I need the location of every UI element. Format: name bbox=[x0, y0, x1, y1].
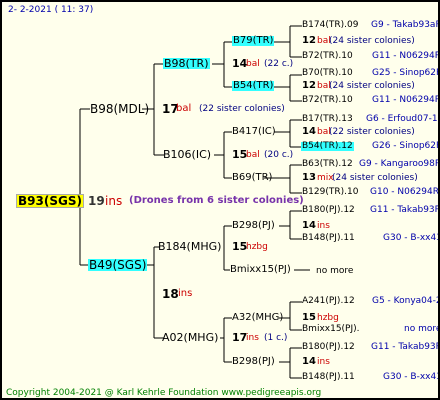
gen2-1-note: (20 c.) bbox=[264, 150, 294, 160]
gen2-b98tr[interactable]: B98(TR) bbox=[163, 58, 210, 69]
gen4-12-breeder: G11 - Takab93R bbox=[371, 342, 440, 352]
gen4-8-name[interactable]: B180(PJ).12 bbox=[302, 206, 355, 215]
gen3-2-year: 14 bbox=[302, 126, 316, 137]
gen3-5-note: no more bbox=[316, 266, 354, 276]
gen4-9-breeder: G30 - B-xx43 bbox=[383, 233, 440, 243]
gen3-7-mark: ins bbox=[317, 357, 330, 367]
gen4-6-name[interactable]: B63(TR).12 bbox=[302, 160, 353, 169]
copyright-footer: Copyright 2004-2021 @ Karl Kehrle Founda… bbox=[6, 388, 322, 398]
gen2-b184mhg[interactable]: B184(MHG) bbox=[158, 241, 221, 252]
gen3-3-year: 13 bbox=[302, 172, 316, 183]
gen2-0-mark: bal bbox=[246, 59, 260, 69]
gen3-7-year: 14 bbox=[302, 356, 316, 367]
gen4-4-breeder: G6 - Erfoud07-1Q bbox=[366, 114, 440, 124]
gen3-1-year: 12 bbox=[302, 80, 316, 91]
gen3-b298pj[interactable]: B298(PJ) bbox=[232, 221, 275, 231]
sire-mark: bal bbox=[176, 103, 192, 114]
gen4-2-name[interactable]: B70(TR).10 bbox=[302, 69, 353, 78]
gen3-b79tr[interactable]: B79(TR) bbox=[232, 36, 275, 46]
gen3-1-note: (24 sister colonies) bbox=[329, 81, 415, 91]
gen4-4-name[interactable]: B17(TR).13 bbox=[302, 115, 353, 124]
root-year: 19 bbox=[88, 194, 105, 208]
sire-note: (22 sister colonies) bbox=[199, 104, 285, 114]
gen4-0-breeder: G9 - Takab93aR bbox=[371, 20, 440, 30]
dam-mark: ins bbox=[178, 288, 193, 299]
gen2-1-mark: bal bbox=[246, 150, 260, 160]
gen4-3-name[interactable]: B72(TR).10 bbox=[302, 96, 353, 105]
gen3-3-note: (24 sister colonies) bbox=[332, 173, 418, 183]
root-queen-label[interactable]: B93(SGS) bbox=[16, 194, 84, 208]
gen4-6-breeder: G9 - Kangaroo98R bbox=[359, 159, 440, 169]
gen3-bmixx15pj[interactable]: Bmixx15(PJ) bbox=[230, 265, 291, 275]
root-mark: ins bbox=[105, 194, 123, 208]
gen4-8-breeder: G11 - Takab93R bbox=[370, 205, 440, 215]
gen4-12-name[interactable]: B180(PJ).12 bbox=[302, 343, 355, 352]
gen4-10-name[interactable]: A241(PJ).12 bbox=[302, 297, 355, 306]
gen4-13-breeder: G30 - B-xx43 bbox=[383, 372, 440, 382]
gen4-3-breeder: G11 - N06294R bbox=[372, 95, 440, 105]
gen2-a02mhg[interactable]: A02(MHG) bbox=[162, 332, 218, 343]
sire-label[interactable]: B98(MDL) bbox=[90, 103, 149, 115]
gen4-11-name[interactable]: Bmixx15(PJ). bbox=[302, 325, 360, 334]
gen3-4-mark: ins bbox=[317, 221, 330, 231]
gen4-13-name[interactable]: B148(PJ).11 bbox=[302, 373, 355, 382]
gen3-b54tr[interactable]: B54(TR) bbox=[232, 81, 275, 91]
gen4-11-breeder: no more bbox=[404, 324, 440, 334]
gen3-0-note: (24 sister colonies) bbox=[329, 36, 415, 46]
gen2-b106ic[interactable]: B106(IC) bbox=[163, 149, 211, 160]
gen3-b298pj-2[interactable]: B298(PJ) bbox=[232, 357, 275, 367]
gen4-5-breeder: G26 - Sinop62R bbox=[372, 141, 440, 151]
gen3-0-year: 12 bbox=[302, 35, 316, 46]
gen3-a32mhg[interactable]: A32(MHG) bbox=[232, 313, 283, 323]
gen3-b417ic[interactable]: B417(IC) bbox=[232, 127, 276, 137]
gen4-1-breeder: G11 - N06294R bbox=[372, 51, 440, 61]
gen4-9-name[interactable]: B148(PJ).11 bbox=[302, 234, 355, 243]
gen4-7-name[interactable]: B129(TR).10 bbox=[302, 188, 358, 197]
gen2-2-mark: hzbg bbox=[246, 242, 268, 252]
date-label: 2- 2-2021 ( 11: 37) bbox=[8, 5, 94, 15]
gen2-0-note: (22 c.) bbox=[264, 59, 294, 69]
gen4-2-breeder: G25 - Sinop62R bbox=[372, 68, 440, 78]
gen4-10-breeder: G5 - Konya04-2 bbox=[372, 296, 440, 306]
gen4-1-name[interactable]: B72(TR).10 bbox=[302, 52, 353, 61]
drones-note: (Drones from 6 sister colonies) bbox=[129, 195, 304, 206]
gen4-7-breeder: G10 - N06294R bbox=[370, 187, 440, 197]
gen3-6-year: 15 bbox=[302, 312, 316, 323]
dam-label[interactable]: B49(SGS) bbox=[88, 259, 148, 271]
gen4-0-name[interactable]: B174(TR).09 bbox=[302, 21, 358, 30]
pedigree-frame: 2- 2-2021 ( 11: 37) B93(SGS) 19 ins (Dro… bbox=[0, 0, 440, 400]
dam-year: 18 bbox=[162, 287, 179, 301]
gen4-5-name[interactable]: B54(TR).12 bbox=[301, 142, 354, 151]
gen3-b69tr[interactable]: B69(TR) bbox=[232, 173, 272, 183]
gen2-3-mark: ins bbox=[246, 333, 259, 343]
gen3-6-mark: hzbg bbox=[317, 313, 339, 323]
gen3-4-year: 14 bbox=[302, 220, 316, 231]
gen2-3-note: (1 c.) bbox=[264, 333, 288, 343]
gen3-2-note: (22 sister colonies) bbox=[329, 127, 415, 137]
